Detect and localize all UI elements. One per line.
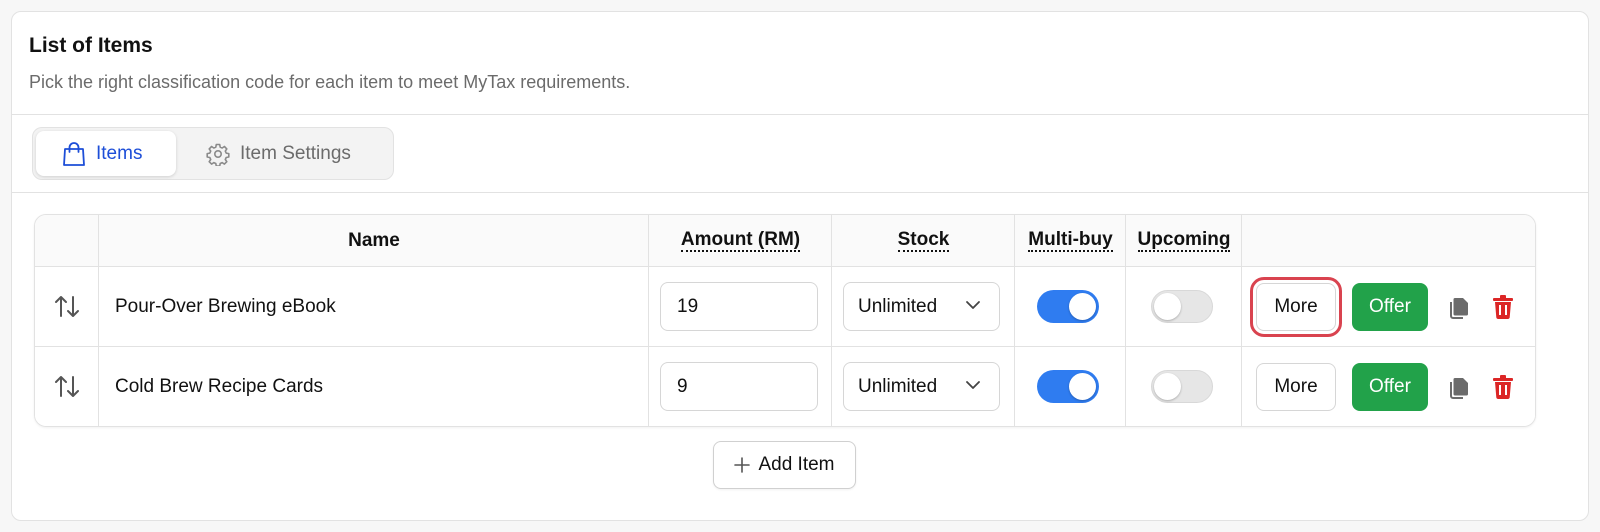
tab-list: Items Item Settings — [32, 127, 394, 180]
page-title: List of Items — [29, 34, 153, 57]
add-item-button[interactable]: Add Item — [713, 441, 856, 489]
toggle-knob — [1069, 293, 1096, 320]
toggle-knob — [1154, 373, 1181, 400]
items-table: Name Amount (RM) Stock Multi-buy Upcomin… — [34, 214, 1536, 427]
delete-icon[interactable] — [1492, 374, 1514, 400]
amount-input[interactable] — [660, 282, 818, 331]
item-name: Cold Brew Recipe Cards — [115, 376, 324, 397]
copy-icon[interactable] — [1448, 295, 1470, 319]
table-row: Pour-Over Brewing eBook Unlimited More O… — [35, 267, 1535, 347]
gear-icon — [206, 143, 230, 166]
add-item-label: Add Item — [758, 454, 835, 475]
tab-bar: Items Item Settings — [12, 115, 1588, 193]
chevron-down-icon — [966, 301, 980, 309]
more-button[interactable]: More — [1256, 363, 1336, 411]
column-header-upcoming: Upcoming — [1137, 229, 1231, 252]
multibuy-toggle[interactable] — [1037, 290, 1099, 323]
column-divider — [1241, 215, 1242, 426]
offer-button[interactable]: Offer — [1352, 363, 1428, 411]
stock-select-value: Unlimited — [858, 375, 938, 397]
column-divider — [831, 215, 832, 426]
multibuy-toggle[interactable] — [1037, 370, 1099, 403]
stock-select[interactable]: Unlimited — [843, 282, 1000, 331]
amount-input[interactable] — [660, 362, 818, 411]
column-header-name: Name — [348, 230, 400, 251]
column-divider — [648, 215, 649, 426]
reorder-arrows-icon[interactable] — [53, 374, 81, 400]
tab-items-label: Items — [96, 142, 143, 164]
toggle-knob — [1069, 373, 1096, 400]
page-subtitle: Pick the right classification code for e… — [29, 72, 631, 92]
tab-item-settings[interactable]: Item Settings — [193, 131, 388, 176]
stock-select-value: Unlimited — [858, 295, 938, 317]
upcoming-toggle[interactable] — [1151, 370, 1213, 403]
column-header-amount: Amount (RM) — [680, 229, 801, 252]
plus-icon — [734, 457, 751, 473]
tab-item-settings-label: Item Settings — [240, 142, 351, 164]
card-header: List of Items Pick the right classificat… — [12, 12, 1588, 115]
tab-items[interactable]: Items — [36, 131, 176, 176]
column-divider — [1125, 215, 1126, 426]
table-row: Cold Brew Recipe Cards Unlimited More Of… — [35, 347, 1535, 426]
column-divider — [1014, 215, 1015, 426]
upcoming-toggle[interactable] — [1151, 290, 1213, 323]
reorder-arrows-icon[interactable] — [53, 294, 81, 320]
copy-icon[interactable] — [1448, 375, 1470, 399]
column-divider — [98, 215, 99, 426]
more-button[interactable]: More — [1250, 277, 1342, 337]
column-header-stock: Stock — [897, 229, 950, 252]
item-name: Pour-Over Brewing eBook — [115, 296, 336, 317]
offer-button[interactable]: Offer — [1352, 283, 1428, 331]
shopping-bag-icon — [63, 141, 85, 166]
table-header-row: Name Amount (RM) Stock Multi-buy Upcomin… — [35, 215, 1535, 267]
toggle-knob — [1154, 293, 1181, 320]
stock-select[interactable]: Unlimited — [843, 362, 1000, 411]
delete-icon[interactable] — [1492, 294, 1514, 320]
column-header-multibuy: Multi-buy — [1028, 229, 1113, 252]
chevron-down-icon — [966, 381, 980, 389]
